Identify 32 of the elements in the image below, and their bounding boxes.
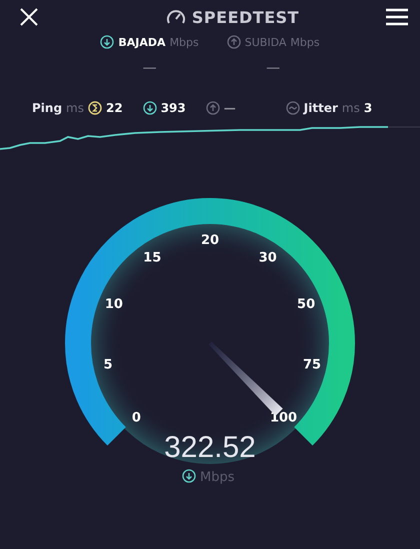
speed-reading: 322.52 <box>164 431 256 464</box>
upload-icon <box>206 101 220 115</box>
download-icon <box>142 101 157 115</box>
download-icon <box>100 35 114 49</box>
close-icon[interactable] <box>19 7 39 27</box>
stat-unit: ms <box>342 101 360 115</box>
download-icon <box>182 469 196 483</box>
stat-value: 3 <box>364 101 372 115</box>
gauge-tick-label: 0 <box>132 410 141 426</box>
tab-value: — <box>266 63 280 73</box>
gauge-tick-label: 5 <box>103 357 113 372</box>
stat-value: 393 <box>160 101 186 115</box>
stat-label: Ping <box>32 101 62 115</box>
tab[interactable]: BAJADA Mbps <box>100 35 199 49</box>
gauge-tick-label: 10 <box>104 297 123 312</box>
stat-unit: ms <box>66 101 84 115</box>
stat-value: — <box>224 101 236 115</box>
stat-value: 22 <box>106 101 123 115</box>
app-title: SPEEDTEST <box>192 8 300 26</box>
gauge-tick-label: 15 <box>143 250 162 266</box>
ping-icon <box>88 101 102 115</box>
gauge-tick-label: 75 <box>302 357 322 372</box>
gauge-tick-label: 50 <box>297 297 316 312</box>
wave-icon <box>286 101 300 115</box>
speed-unit: Mbps <box>200 470 234 485</box>
upload-icon <box>226 35 241 49</box>
menu-icon[interactable] <box>386 8 408 26</box>
stat-label: Jitter <box>304 101 338 115</box>
gauge-tick-label: 20 <box>200 233 220 248</box>
speedometer-icon <box>166 8 186 26</box>
tab-value: — <box>142 63 157 73</box>
gauge-tick-label: 30 <box>258 250 277 266</box>
